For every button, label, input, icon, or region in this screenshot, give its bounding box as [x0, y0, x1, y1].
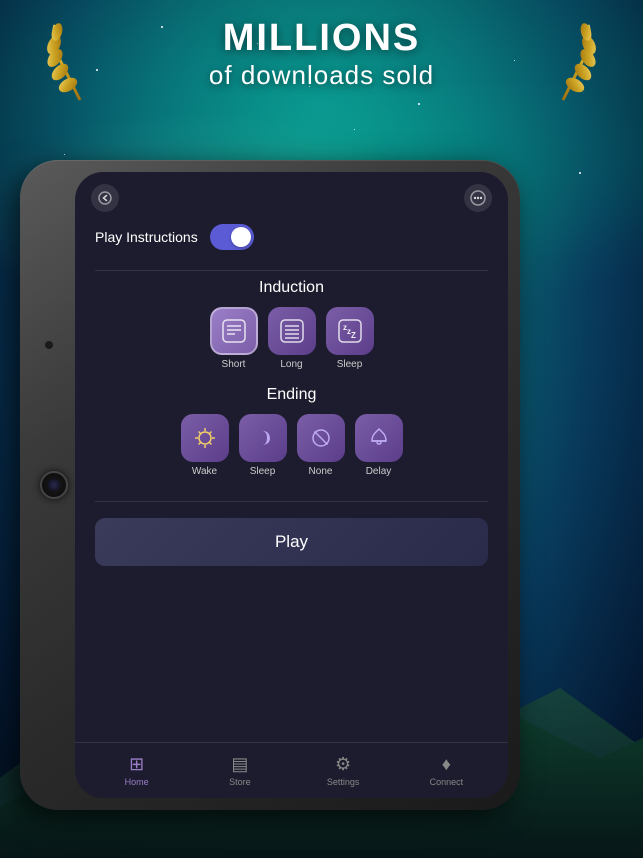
induction-short-icon-box: [210, 307, 258, 355]
headline: MILLIONS: [0, 18, 643, 60]
induction-section: Induction Short: [75, 279, 508, 386]
induction-long-button[interactable]: Long: [268, 307, 316, 370]
tab-connect-icon: ♦: [442, 754, 451, 775]
divider-1: [95, 270, 488, 271]
tablet-device: Play Instructions Induction: [20, 160, 520, 810]
tab-store-label: Store: [229, 777, 251, 787]
induction-sleep-icon-box: z z Z: [326, 307, 374, 355]
ending-none-icon-box: [297, 414, 345, 462]
tab-settings-label: Settings: [327, 777, 360, 787]
ending-wake-icon-box: [181, 414, 229, 462]
svg-text:Z: Z: [351, 331, 356, 340]
induction-short-label: Short: [222, 359, 246, 370]
induction-short-button[interactable]: Short: [210, 307, 258, 370]
induction-long-label: Long: [280, 359, 302, 370]
induction-sleep-button[interactable]: z z Z Sleep: [326, 307, 374, 370]
tab-settings-icon: ⚙: [335, 754, 351, 775]
tab-home[interactable]: ⊞ Home: [85, 754, 188, 787]
ending-icons: Wake Sleep: [95, 414, 488, 477]
ending-section: Ending: [75, 386, 508, 493]
play-btn-container: Play: [75, 510, 508, 574]
play-button[interactable]: Play: [95, 518, 488, 566]
ending-wake-button[interactable]: Wake: [181, 414, 229, 477]
tablet-screen: Play Instructions Induction: [75, 172, 508, 798]
ending-title: Ending: [95, 386, 488, 404]
tab-connect[interactable]: ♦ Connect: [395, 754, 498, 787]
front-camera: [44, 340, 54, 350]
ending-sleep-button[interactable]: Sleep: [239, 414, 287, 477]
more-button[interactable]: [464, 184, 492, 212]
induction-long-icon-box: [268, 307, 316, 355]
ending-none-label: None: [309, 466, 333, 477]
back-button[interactable]: [91, 184, 119, 212]
rear-camera: [40, 471, 68, 499]
play-instructions-toggle[interactable]: [210, 224, 254, 250]
tablet-container: Play Instructions Induction: [20, 160, 520, 810]
subheadline: of downloads sold: [0, 60, 643, 91]
tab-home-icon: ⊞: [129, 754, 144, 775]
tab-home-label: Home: [125, 777, 149, 787]
screen-notch: [252, 172, 332, 180]
tab-connect-label: Connect: [430, 777, 464, 787]
ending-delay-icon-box: [355, 414, 403, 462]
ending-wake-label: Wake: [192, 466, 217, 477]
ending-sleep-label: Sleep: [250, 466, 276, 477]
play-instructions-label: Play Instructions: [95, 229, 198, 245]
tab-store[interactable]: ▤ Store: [188, 754, 291, 787]
play-instructions-row: Play Instructions: [75, 220, 508, 262]
induction-icons: Short Long: [95, 307, 488, 370]
tab-bar: ⊞ Home ▤ Store ⚙ Settings ♦ Connect: [75, 742, 508, 798]
ending-delay-label: Delay: [366, 466, 392, 477]
ending-delay-button[interactable]: Delay: [355, 414, 403, 477]
header-text-block: MILLIONS of downloads sold: [0, 18, 643, 91]
divider-2: [95, 501, 488, 502]
induction-sleep-label: Sleep: [337, 359, 363, 370]
tab-settings[interactable]: ⚙ Settings: [292, 754, 395, 787]
ending-none-button[interactable]: None: [297, 414, 345, 477]
tab-store-icon: ▤: [231, 754, 248, 775]
ending-sleep-icon-box: [239, 414, 287, 462]
induction-title: Induction: [95, 279, 488, 297]
